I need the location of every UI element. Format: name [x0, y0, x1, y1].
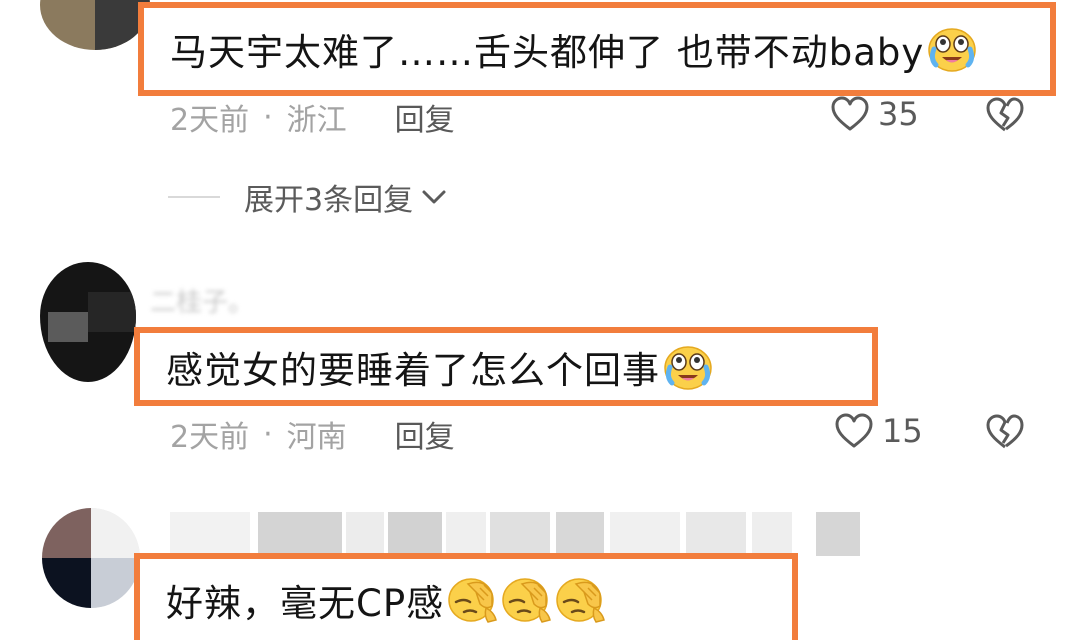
- like-button[interactable]: 35: [830, 95, 919, 133]
- broken-heart-outline-icon[interactable]: [985, 96, 1025, 134]
- expand-replies-button[interactable]: 展开3条回复: [168, 175, 447, 219]
- username-mosaic: [170, 512, 860, 556]
- comment-text-highlight: 好辣，毫无CP感: [134, 553, 798, 640]
- comment-text: 感觉女的要睡着了怎么个回事: [166, 348, 660, 392]
- facepalm-emoji-icon: [554, 576, 606, 624]
- comment-location: 河南: [286, 420, 347, 455]
- comment-location: 浙江: [286, 103, 347, 138]
- reply-button[interactable]: 回复: [395, 95, 455, 139]
- facepalm-emoji-icon: [500, 576, 552, 624]
- facepalm-emoji-icon: [446, 576, 498, 624]
- comment-meta: 2天前 · 河南 回复: [170, 412, 455, 456]
- avatar[interactable]: [40, 0, 150, 50]
- comment-time: 2天前: [170, 420, 250, 455]
- chevron-down-icon: [422, 190, 446, 204]
- crying-laugh-emoji-icon: [926, 25, 978, 73]
- expand-replies-label: 展开3条回复: [244, 183, 414, 218]
- comment-time: 2天前: [170, 103, 250, 138]
- comment-text: 马天宇太难了……舌头都伸了 也带不动baby: [170, 31, 925, 74]
- comment-meta: 2天前 · 浙江 回复: [170, 95, 455, 139]
- comment-text-highlight: 马天宇太难了……舌头都伸了 也带不动baby: [138, 2, 1056, 96]
- like-count: 15: [882, 412, 923, 450]
- comment-text-highlight: 感觉女的要睡着了怎么个回事: [134, 327, 878, 406]
- broken-heart-outline-icon[interactable]: [985, 413, 1025, 451]
- like-button[interactable]: 15: [834, 412, 923, 450]
- avatar[interactable]: [42, 508, 140, 608]
- username[interactable]: 二桂子。: [150, 282, 254, 319]
- like-count: 35: [878, 95, 919, 133]
- heart-outline-icon: [835, 413, 873, 448]
- crying-laugh-emoji-icon: [662, 343, 714, 391]
- meta-separator: ·: [263, 99, 273, 135]
- heart-outline-icon: [831, 96, 869, 131]
- reply-button[interactable]: 回复: [395, 412, 455, 456]
- comment-text: 好辣，毫无CP感: [166, 581, 445, 625]
- avatar[interactable]: [40, 262, 136, 382]
- divider: [168, 196, 220, 198]
- meta-separator: ·: [263, 416, 273, 452]
